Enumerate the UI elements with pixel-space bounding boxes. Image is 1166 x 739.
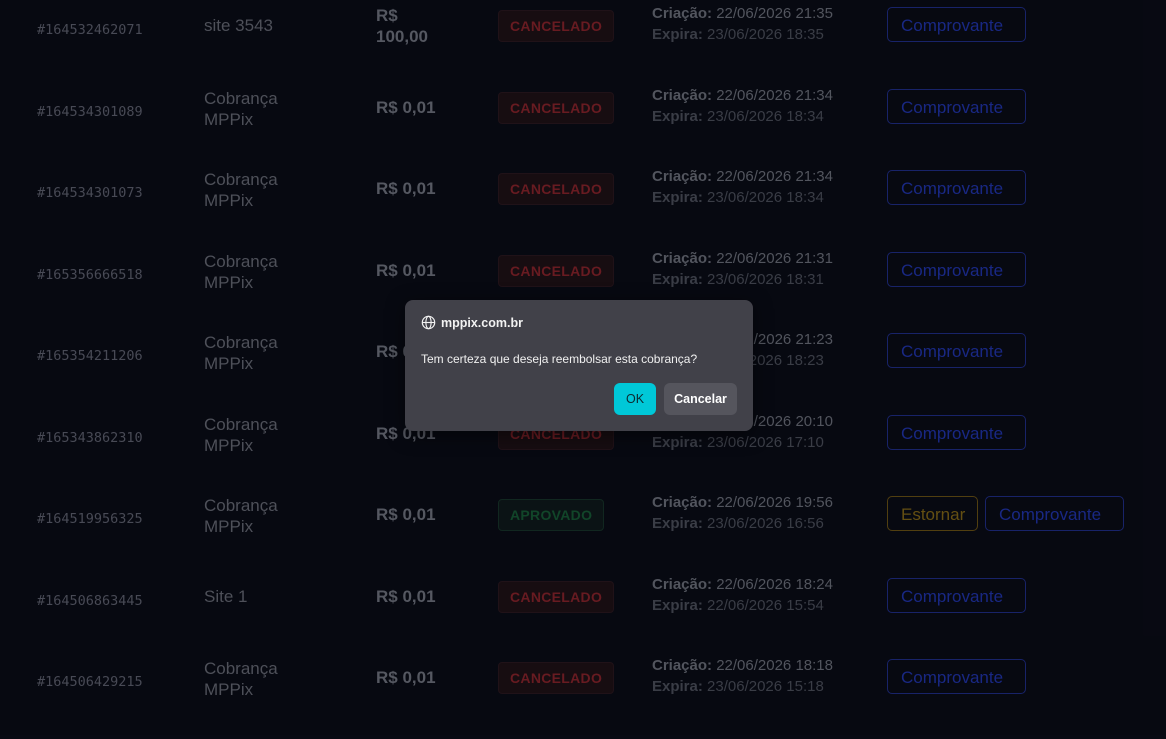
cancel-button[interactable]: Cancelar bbox=[664, 383, 737, 415]
confirm-dialog: mppix.com.br Tem certeza que deseja reem… bbox=[405, 300, 753, 431]
dialog-origin-text: mppix.com.br bbox=[441, 315, 523, 330]
dialog-origin: mppix.com.br bbox=[421, 315, 523, 330]
dialog-message: Tem certeza que deseja reembolsar esta c… bbox=[421, 352, 698, 366]
ok-button[interactable]: OK bbox=[614, 383, 656, 415]
globe-icon bbox=[421, 315, 436, 330]
